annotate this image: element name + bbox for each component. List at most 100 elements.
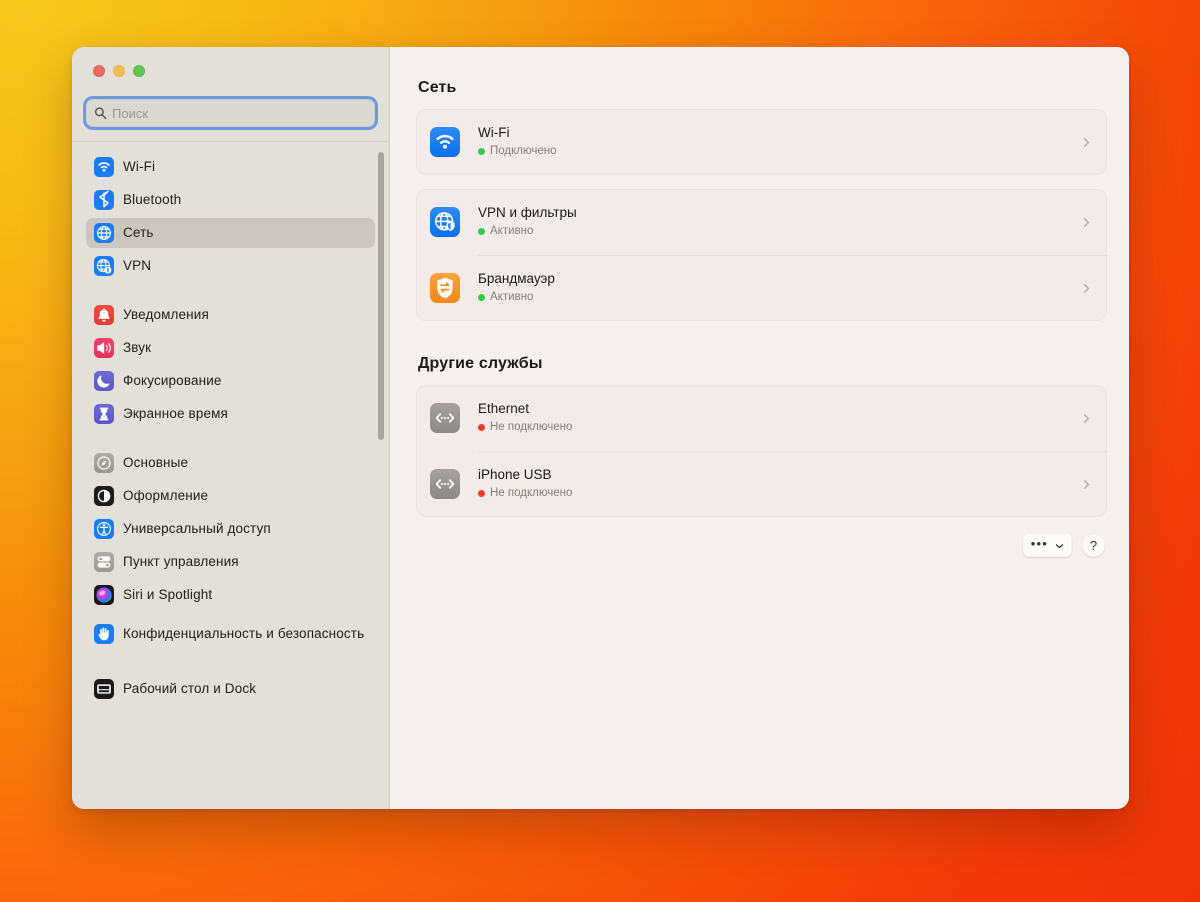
chevron-right-icon[interactable] [1082,282,1091,295]
service-title: iPhone USB [478,467,1074,484]
status-label: Не подключено [490,486,572,500]
appearance-icon [94,486,114,506]
ethernet-service-icon [430,469,460,499]
moon-icon [94,371,114,391]
service-row-ethernet[interactable]: Ethernet Не подключено [416,385,1107,451]
service-text: VPN и фильтры Активно [478,205,1074,238]
sidebar-item-label: Универсальный доступ [123,521,271,537]
bottom-bar: ••• ? [416,533,1107,557]
sidebar-group-separator [86,284,375,300]
more-options-label: ••• [1031,537,1048,550]
service-title: Брандмауэр [478,271,1074,288]
sidebar-scrollbar[interactable] [378,152,384,440]
content-pane: Сеть Wi-Fi Подключено [390,47,1129,809]
bluetooth-icon [94,190,114,210]
service-text: Wi-Fi Подключено [478,125,1074,158]
sidebar-item-label: VPN [123,258,151,274]
chevron-right-icon[interactable] [1082,136,1091,149]
service-text: iPhone USB Не подключено [478,467,1074,500]
sidebar-group-separator [86,432,375,448]
status-label: Активно [490,224,533,238]
search-container [72,93,389,141]
control-center-icon [94,552,114,572]
sidebar-item-label: Фокусирование [123,373,222,389]
sidebar-item-sound[interactable]: Звук [86,333,375,363]
sidebar-item-label: Пункт управления [123,554,239,570]
status-dot [478,424,485,431]
sidebar-item-control-center[interactable]: Пункт управления [86,547,375,577]
sidebar-item-vpn[interactable]: VPN [86,251,375,281]
sidebar-item-bluetooth[interactable]: Bluetooth [86,185,375,215]
sidebar-item-label: Конфиденциальность и безопасность [123,626,364,642]
accessibility-icon [94,519,114,539]
sidebar-item-label: Siri и Spotlight [123,587,212,603]
hand-privacy-icon [94,624,114,644]
section-title-network: Сеть [418,79,1107,97]
sidebar-item-notifications[interactable]: Уведомления [86,300,375,330]
close-button[interactable] [93,65,105,77]
sidebar-item-accessibility[interactable]: Универсальный доступ [86,514,375,544]
status-dot [478,294,485,301]
status-label: Не подключено [490,420,572,434]
status-label: Подключено [490,144,557,158]
section-title-other-services: Другие службы [418,355,1107,373]
sidebar-item-label: Экранное время [123,406,228,422]
service-row-firewall[interactable]: Брандмауэр Активно [416,255,1107,321]
sidebar-item-label: Основные [123,455,188,471]
vpn-globe-icon [94,256,114,276]
network-card-secondary: VPN и фильтры Активно [416,189,1107,321]
chevron-right-icon[interactable] [1082,216,1091,229]
sidebar-item-general[interactable]: Основные [86,448,375,478]
search-icon [94,107,107,120]
sidebar-item-label: Wi-Fi [123,159,155,175]
speaker-icon [94,338,114,358]
status-dot [478,148,485,155]
help-button[interactable]: ? [1082,534,1105,557]
search-input[interactable] [112,106,375,121]
desktop-dock-icon [94,679,114,699]
sidebar-item-label: Звук [123,340,151,356]
service-row-wifi[interactable]: Wi-Fi Подключено [416,109,1107,175]
sidebar-item-desktop-dock[interactable]: Рабочий стол и Dock [86,674,375,704]
sidebar-item-siri-spotlight[interactable]: Siri и Spotlight [86,580,375,610]
vpn-service-icon [430,207,460,237]
sidebar-item-screen-time[interactable]: Экранное время [86,399,375,429]
service-title: Ethernet [478,401,1074,418]
sidebar: Wi-Fi Bluetooth [72,47,390,809]
sidebar-scroll-area[interactable]: Wi-Fi Bluetooth [72,142,389,809]
status-dot [478,228,485,235]
sidebar-group-separator [86,658,375,674]
wifi-icon [94,157,114,177]
other-services-card: Ethernet Не подключено [416,385,1107,517]
sidebar-item-network[interactable]: Сеть [86,218,375,248]
chevron-right-icon[interactable] [1082,478,1091,491]
service-status: Активно [478,290,1074,304]
sidebar-item-focus[interactable]: Фокусирование [86,366,375,396]
service-status: Не подключено [478,486,1074,500]
chevron-right-icon[interactable] [1082,412,1091,425]
service-row-vpn-filters[interactable]: VPN и фильтры Активно [416,189,1107,255]
sidebar-item-appearance[interactable]: Оформление [86,481,375,511]
search-field[interactable] [86,99,375,127]
chevron-down-icon [1055,538,1064,552]
service-status: Не подключено [478,420,1074,434]
bell-icon [94,305,114,325]
service-status: Подключено [478,144,1074,158]
wifi-service-icon [430,127,460,157]
hourglass-icon [94,404,114,424]
status-dot [478,490,485,497]
more-options-button[interactable]: ••• [1023,533,1072,557]
minimize-button[interactable] [113,65,125,77]
service-text: Ethernet Не подключено [478,401,1074,434]
help-label: ? [1090,538,1097,553]
network-card-primary: Wi-Fi Подключено [416,109,1107,175]
sidebar-item-label: Сеть [123,225,154,241]
sidebar-item-wifi[interactable]: Wi-Fi [86,152,375,182]
sidebar-item-label: Рабочий стол и Dock [123,681,256,697]
service-status: Активно [478,224,1074,238]
service-text: Брандмауэр Активно [478,271,1074,304]
service-title: VPN и фильтры [478,205,1074,222]
sidebar-item-privacy-security[interactable]: Конфиденциальность и безопасность [86,613,375,655]
service-row-iphone-usb[interactable]: iPhone USB Не подключено [416,451,1107,517]
zoom-button[interactable] [133,65,145,77]
